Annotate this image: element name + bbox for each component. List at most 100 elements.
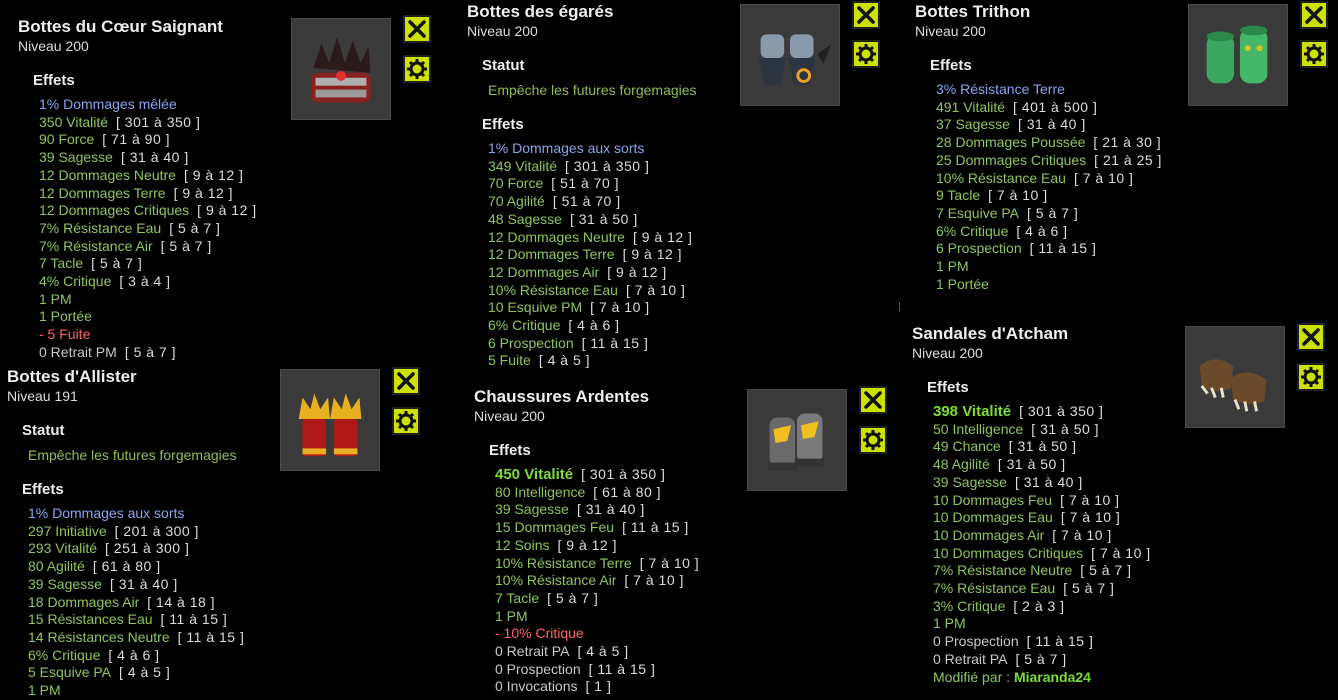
item-image-trithon [1188, 4, 1288, 106]
effect-line: 1 Portée [936, 276, 1162, 294]
effect-line: 10 Dommages Critiques [ 7 à 10 ] [933, 545, 1151, 563]
effect-range: [ 71 à 90 ] [102, 131, 171, 148]
effect-line: 10 Dommages Feu [ 7 à 10 ] [933, 492, 1151, 510]
effect-range: [ 301 à 350 ] [565, 157, 650, 174]
close-button[interactable] [1300, 1, 1328, 29]
effect-range: [ 5 à 7 ] [1015, 650, 1067, 667]
item-level: Niveau 191 [7, 388, 78, 404]
effect-value: 1% Dommages aux sorts [488, 140, 645, 156]
effect-range: [ 7 à 10 ] [624, 572, 684, 589]
status-text: Empêche les futures forgemagies [488, 82, 697, 98]
effect-line: 7 Esquive PA [ 5 à 7 ] [936, 205, 1162, 223]
effect-line: 10% Résistance Eau [ 7 à 10 ] [488, 282, 697, 300]
effect-line: 7% Résistance Eau [ 5 à 7 ] [933, 580, 1151, 598]
effects-heading: Effets [22, 481, 64, 498]
effect-range: [ 31 à 50 ] [1031, 420, 1100, 437]
effect-value: 1% Dommages aux sorts [28, 505, 185, 521]
effect-value: 12 Dommages Terre [39, 184, 166, 201]
status-text: Empêche les futures forgemagies [28, 447, 237, 463]
effect-range: [ 9 à 12 ] [632, 228, 693, 245]
options-button[interactable] [859, 426, 887, 454]
effect-value: 398 Vitalité [933, 403, 1012, 420]
effects-list: 450 Vitalité[ 301 à 350 ] 80 Intelligence… [495, 466, 699, 696]
effect-line: - 5 Fuite [39, 326, 257, 344]
item-level: Niveau 200 [912, 345, 983, 361]
effect-range: [ 5 à 7 ] [1080, 562, 1132, 579]
close-button[interactable] [859, 386, 887, 414]
effect-line: 350 Vitalité [ 301 à 350 ] [39, 114, 257, 132]
effect-range: [ 301 à 350 ] [1019, 403, 1104, 419]
options-button[interactable] [852, 40, 880, 68]
effect-range: [ 11 à 15 ] [1029, 240, 1097, 257]
effect-line: 6 Prospection [ 11 à 15 ] [936, 240, 1162, 258]
effect-value: 7 Esquive PA [936, 204, 1020, 221]
effect-line: 10% Résistance Terre [ 7 à 10 ] [495, 555, 699, 573]
effect-line: 0 Prospection [ 11 à 15 ] [495, 661, 699, 679]
options-button[interactable] [1297, 363, 1325, 391]
effect-value: 1 Portée [936, 275, 989, 292]
item-level: Niveau 200 [915, 23, 986, 39]
effects-list: 1% Dommages aux sorts 297 Initiative [ 201… [28, 505, 244, 700]
effect-line: 398 Vitalité [ 301 à 350 ] [933, 403, 1151, 421]
effect-value: 10% Résistance Air [495, 572, 617, 589]
effect-line: 50 Intelligence [ 31 à 50 ] [933, 421, 1151, 439]
effect-value: 80 Agilité [28, 558, 85, 575]
effect-line: 1 PM [39, 291, 257, 309]
effect-line: 18 Dommages Air [ 14 à 18 ] [28, 594, 244, 612]
gear-icon [1304, 44, 1324, 64]
close-button[interactable] [1297, 323, 1325, 351]
effect-range: [ 7 à 10 ] [639, 554, 700, 571]
item-title: Chaussures Ardentes [474, 387, 650, 406]
options-button[interactable] [403, 55, 431, 83]
effect-line: 10% Résistance Air [ 7 à 10 ] [495, 572, 699, 590]
effect-value: 70 Force [488, 175, 544, 192]
effects-heading: Effets [33, 72, 75, 89]
effect-line: 0 Retrait PA [ 4 à 5 ] [495, 643, 699, 661]
effect-line: 7% Résistance Air [ 5 à 7 ] [39, 238, 257, 256]
divider [899, 302, 900, 311]
close-button[interactable] [852, 1, 880, 29]
effect-range: [ 51 à 70 ] [551, 175, 620, 192]
effect-range: [ 301 à 350 ] [581, 466, 666, 482]
effect-range: [ 9 à 12 ] [622, 246, 683, 263]
effect-range: [ 31 à 40 ] [576, 501, 645, 518]
effect-value: 7% Résistance Air [39, 237, 153, 254]
effects-list: 3% Résistance Terre 491 Vitalité [ 401 à 5… [936, 81, 1162, 293]
item-card-trithon: Bottes Trithon Niveau 200 Effets 3% Rési… [915, 2, 1162, 293]
effect-value: 3% Résistance Terre [936, 81, 1065, 97]
item-card-egares: Bottes des égarés Niveau 200 Statut Empê… [467, 2, 697, 370]
effect-range: [ 31 à 40 ] [109, 575, 178, 592]
effect-line: 349 Vitalité [ 301 à 350 ] [488, 158, 697, 176]
close-x-icon [408, 20, 426, 38]
effect-value: 6 Prospection [936, 240, 1022, 257]
effect-range: [ 31 à 50 ] [997, 456, 1066, 473]
effect-line: 14 Résistances Neutre [ 11 à 15 ] [28, 629, 244, 647]
close-button[interactable] [403, 15, 431, 43]
effect-line: 15 Dommages Feu [ 11 à 15 ] [495, 519, 699, 537]
effect-value: - 5 Fuite [39, 326, 91, 343]
effect-value: 12 Dommages Terre [488, 246, 615, 263]
effect-value: 18 Dommages Air [28, 593, 140, 610]
options-button[interactable] [392, 407, 420, 435]
effect-line: 1% Dommages aux sorts [28, 505, 244, 523]
effect-range: [ 31 à 40 ] [1017, 116, 1086, 133]
effects-heading: Effets [489, 442, 531, 459]
gear-icon [1301, 367, 1321, 387]
effect-line: 6 Prospection [ 11 à 15 ] [488, 335, 697, 353]
effect-range: [ 9 à 12 ] [197, 202, 257, 219]
effect-line: 49 Chance [ 31 à 50 ] [933, 438, 1151, 456]
effect-range: [ 7 à 10 ] [1073, 169, 1134, 186]
effect-range: [ 9 à 12 ] [183, 166, 244, 183]
effect-range: [ 31 à 50 ] [569, 210, 638, 227]
effect-value: 10 Dommages Feu [933, 491, 1053, 508]
options-button[interactable] [1300, 40, 1328, 68]
effect-line: 12 Dommages Terre [ 9 à 12 ] [39, 185, 257, 203]
effect-range: [ 4 à 5 ] [577, 643, 629, 660]
effect-line: 0 Retrait PA [ 5 à 7 ] [933, 651, 1151, 669]
close-button[interactable] [392, 367, 420, 395]
effect-value: 450 Vitalité [495, 466, 574, 483]
effect-value: 491 Vitalité [936, 98, 1006, 115]
effect-value: 4% Critique [39, 273, 112, 290]
item-level: Niveau 200 [467, 23, 538, 39]
effect-value: 39 Sagesse [39, 149, 113, 166]
